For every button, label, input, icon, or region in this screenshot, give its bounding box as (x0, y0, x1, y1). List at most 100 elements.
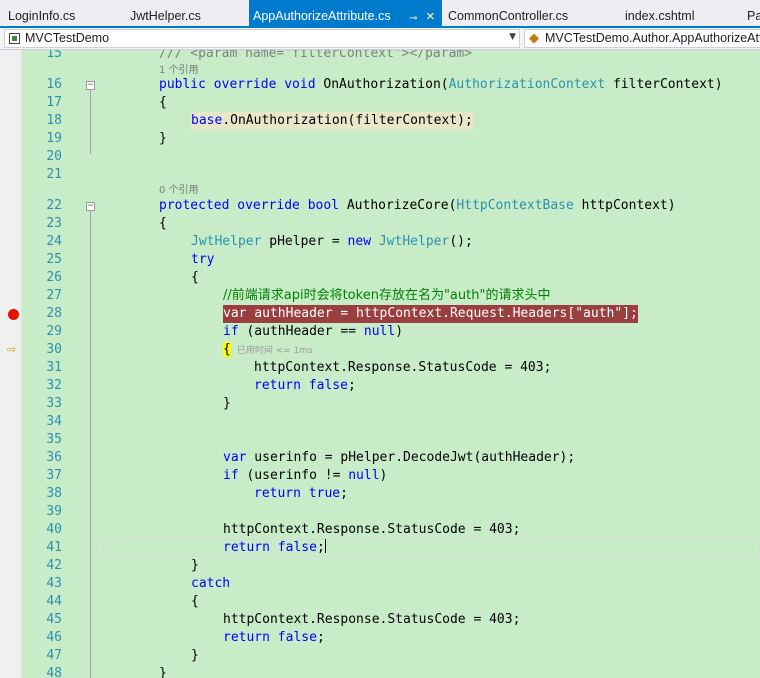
code-line: 41 return false; (0, 539, 760, 557)
line-number: 19 (46, 131, 62, 146)
execution-arrow-icon[interactable]: ⇨ (7, 343, 16, 356)
class-icon: ◆ (529, 31, 539, 46)
project-name: MVCTestDemo (25, 31, 110, 45)
code-line: 17 { (0, 94, 760, 112)
tab-label: LoginInfo.cs (8, 9, 76, 23)
code-line: 28 var authHeader = httpContext.Request.… (0, 305, 760, 323)
code-line: 21 (0, 166, 760, 184)
code-line: 47 } (0, 647, 760, 665)
code-text: { (159, 95, 167, 110)
code-line: 39 (0, 503, 760, 521)
code-line: 25 try (0, 251, 760, 269)
tab-appauthorizeattribute[interactable]: AppAuthorizeAttribute.cs ⊸ × (249, 0, 442, 26)
code-text: public override void OnAuthorization(Aut… (159, 77, 723, 92)
code-line: 23 { (0, 215, 760, 233)
code-line: 38 return true; (0, 485, 760, 503)
codelens-references[interactable]: 0 个引用 (159, 185, 199, 197)
line-number: 48 (46, 666, 62, 678)
line-number: 29 (46, 324, 62, 339)
line-number: 27 (46, 288, 62, 303)
code-line: 27 //前端请求api时会将token存放在名为"auth"的请求头中 (0, 287, 760, 305)
code-line: 33 } (0, 395, 760, 413)
line-number: 21 (46, 167, 62, 182)
code-text: return false; (223, 539, 326, 555)
code-text: return false; (223, 630, 325, 645)
line-number: 26 (46, 270, 62, 285)
code-line: 46 return false; (0, 629, 760, 647)
code-line: 44 { (0, 593, 760, 611)
line-number: 15 (46, 50, 62, 61)
line-number: 16 (46, 77, 62, 92)
code-text: return true; (254, 486, 348, 501)
type-name: MVCTestDemo.Author.AppAuthorizeAttribute (545, 31, 760, 45)
line-number: 37 (46, 468, 62, 483)
line-number: 41 (46, 540, 62, 555)
code-line: 48 } (0, 665, 760, 678)
code-line: 42 } (0, 557, 760, 575)
tab-label: AppAuthorizeAttribute.cs (253, 9, 391, 23)
line-number: 45 (46, 612, 62, 627)
code-text: if (userinfo != null) (223, 468, 388, 483)
code-text: protected override bool AuthorizeCore(Ht… (159, 198, 676, 213)
line-number: 32 (46, 378, 62, 393)
project-dropdown[interactable]: MVCTestDemo ▼ (4, 29, 520, 48)
code-line: 31 httpContext.Response.StatusCode = 403… (0, 359, 760, 377)
tab-logininfo[interactable]: LoginInfo.cs (4, 0, 124, 26)
code-line: 16 public override void OnAuthorization(… (0, 76, 760, 94)
close-icon[interactable]: × (426, 0, 435, 26)
pin-icon[interactable]: ⊸ (409, 2, 417, 26)
code-line: 15 /// <param name="filterContext"></par… (0, 50, 760, 63)
line-number: 36 (46, 450, 62, 465)
tab-label: Pa (747, 9, 760, 23)
code-text: } (191, 558, 199, 573)
perf-tip: 已用时间 <= 1ms (236, 346, 313, 356)
text-caret (324, 539, 326, 553)
tab-index-cshtml[interactable]: index.cshtml (621, 0, 731, 26)
code-line: 29 if (authHeader == null) (0, 323, 760, 341)
code-text: var authHeader = httpContext.Request.Hea… (223, 305, 638, 323)
code-line: 19 } (0, 130, 760, 148)
code-line: 40 httpContext.Response.StatusCode = 403… (0, 521, 760, 539)
navigation-bar: MVCTestDemo ▼ ◆ MVCTestDemo.Author.AppAu… (0, 28, 760, 50)
code-comment: //前端请求api时会将token存放在名为"auth"的请求头中 (223, 288, 551, 303)
code-line: 34 (0, 413, 760, 431)
tab-jwthelper[interactable]: JwtHelper.cs (126, 0, 246, 26)
code-text: JwtHelper pHelper = new JwtHelper(); (191, 234, 473, 249)
code-line: 37 if (userinfo != null) (0, 467, 760, 485)
tab-overflow[interactable]: Pa (743, 0, 760, 26)
breakpoint-icon[interactable] (8, 309, 19, 320)
code-line: 32 return false; (0, 377, 760, 395)
code-text: catch (191, 576, 231, 591)
line-number: 38 (46, 486, 62, 501)
code-text: {已用时间 <= 1ms (223, 342, 313, 357)
code-line: 22 protected override bool AuthorizeCore… (0, 197, 760, 215)
line-number: 30 (46, 342, 62, 357)
document-tab-strip: LoginInfo.cs JwtHelper.cs AppAuthorizeAt… (0, 0, 760, 28)
tab-commoncontroller[interactable]: CommonController.cs (444, 0, 614, 26)
code-text: try (191, 252, 215, 267)
line-number: 40 (46, 522, 62, 537)
code-text: { (191, 594, 199, 609)
line-number: 24 (46, 234, 62, 249)
code-text: httpContext.Response.StatusCode = 403; (223, 522, 521, 537)
code-text: /// <param name="filterContext"></param> (159, 50, 473, 61)
chevron-down-icon[interactable]: ▼ (509, 32, 516, 42)
line-number: 46 (46, 630, 62, 645)
code-text: httpContext.Response.StatusCode = 403; (223, 612, 521, 627)
code-line: ⇨ 30 {已用时间 <= 1ms (0, 341, 760, 359)
tab-label: index.cshtml (625, 9, 695, 23)
line-number: 43 (46, 576, 62, 591)
code-text: } (191, 648, 199, 663)
code-line: 45 httpContext.Response.StatusCode = 403… (0, 611, 760, 629)
line-number: 33 (46, 396, 62, 411)
code-line: 18 base.OnAuthorization(filterContext); (0, 112, 760, 130)
line-number: 25 (46, 252, 62, 267)
code-line: 43 catch (0, 575, 760, 593)
csharp-project-icon (9, 33, 20, 44)
line-number: 31 (46, 360, 62, 375)
code-editor[interactable]: − − 15 /// <param name="filterContext"><… (0, 50, 760, 678)
tab-label: CommonController.cs (448, 9, 569, 23)
line-number: 22 (46, 198, 62, 213)
type-dropdown[interactable]: ◆ MVCTestDemo.Author.AppAuthorizeAttribu… (524, 29, 760, 48)
code-line: 20 (0, 148, 760, 166)
